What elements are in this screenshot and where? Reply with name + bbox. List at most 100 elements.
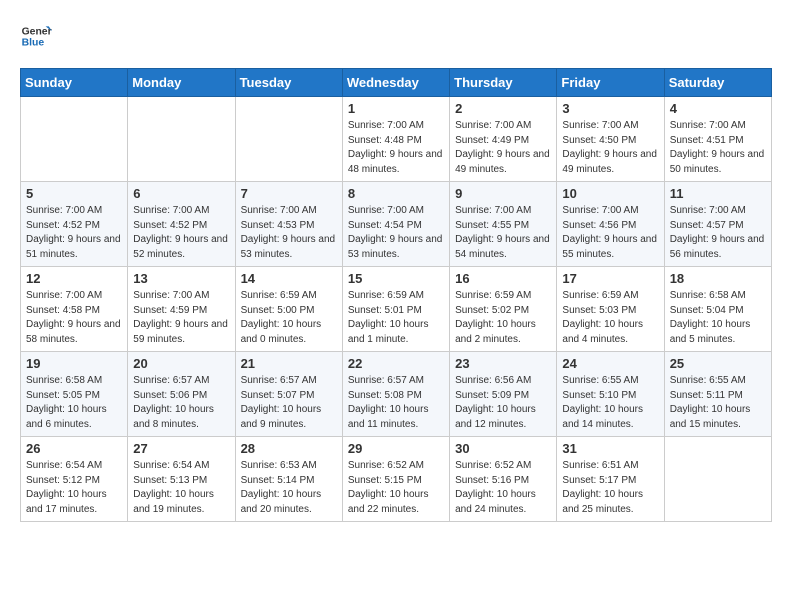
day-number: 16 bbox=[455, 271, 551, 286]
day-number: 7 bbox=[241, 186, 337, 201]
weekday-header: Monday bbox=[128, 69, 235, 97]
calendar-cell: 16 Sunrise: 6:59 AM Sunset: 5:02 PM Dayli… bbox=[450, 267, 557, 352]
calendar-cell: 13Sunrise: 7:00 AM Sunset: 4:59 PM Dayli… bbox=[128, 267, 235, 352]
calendar-cell bbox=[21, 97, 128, 182]
day-info: Sunrise: 6:59 AM Sunset: 5:03 PM Dayligh… bbox=[562, 289, 658, 347]
day-info: Sunrise: 6:54 AM Sunset: 5:13 PM Dayligh… bbox=[133, 459, 229, 517]
day-number: 26 bbox=[26, 441, 122, 456]
calendar-cell: 25 Sunrise: 6:55 AM Sunset: 5:11 PM Dayli… bbox=[664, 352, 771, 437]
day-info: Sunrise: 7:00 AM Sunset: 4:51 PM Dayligh… bbox=[670, 119, 766, 177]
day-info: Sunrise: 7:00 AM Sunset: 4:52 PM Dayligh… bbox=[26, 204, 122, 262]
day-number: 13 bbox=[133, 271, 229, 286]
day-number: 4 bbox=[670, 101, 766, 116]
day-number: 29 bbox=[348, 441, 444, 456]
calendar-cell bbox=[235, 97, 342, 182]
day-number: 22 bbox=[348, 356, 444, 371]
calendar-cell: 4 Sunrise: 7:00 AM Sunset: 4:51 PM Daylig… bbox=[664, 97, 771, 182]
calendar-cell: 1 Sunrise: 7:00 AM Sunset: 4:48 PM Daylig… bbox=[342, 97, 449, 182]
calendar-body: 1 Sunrise: 7:00 AM Sunset: 4:48 PM Daylig… bbox=[21, 97, 772, 522]
svg-text:General: General bbox=[22, 26, 52, 37]
logo-icon: General Blue bbox=[20, 20, 52, 52]
day-info: Sunrise: 7:00 AM Sunset: 4:49 PM Dayligh… bbox=[455, 119, 551, 177]
day-number: 19 bbox=[26, 356, 122, 371]
day-info: Sunrise: 6:55 AM Sunset: 5:11 PM Dayligh… bbox=[670, 374, 766, 432]
day-number: 30 bbox=[455, 441, 551, 456]
calendar-cell: 3Sunrise: 7:00 AM Sunset: 4:50 PM Daylig… bbox=[557, 97, 664, 182]
calendar-cell: 28Sunrise: 6:53 AM Sunset: 5:14 PM Dayli… bbox=[235, 437, 342, 522]
calendar-table: SundayMondayTuesdayWednesdayThursdayFrid… bbox=[20, 68, 772, 522]
day-number: 21 bbox=[241, 356, 337, 371]
day-number: 6 bbox=[133, 186, 229, 201]
calendar-cell: 29Sunrise: 6:52 AM Sunset: 5:15 PM Dayli… bbox=[342, 437, 449, 522]
calendar-week-row: 26 Sunrise: 6:54 AM Sunset: 5:12 PM Dayli… bbox=[21, 437, 772, 522]
calendar-cell: 2 Sunrise: 7:00 AM Sunset: 4:49 PM Daylig… bbox=[450, 97, 557, 182]
calendar-week-row: 12 Sunrise: 7:00 AM Sunset: 4:58 PM Dayli… bbox=[21, 267, 772, 352]
svg-text:Blue: Blue bbox=[22, 38, 45, 49]
calendar-cell: 18 Sunrise: 6:58 AM Sunset: 5:04 PM Dayli… bbox=[664, 267, 771, 352]
day-info: Sunrise: 7:00 AM Sunset: 4:53 PM Dayligh… bbox=[241, 204, 337, 262]
calendar-cell: 23 Sunrise: 6:56 AM Sunset: 5:09 PM Dayli… bbox=[450, 352, 557, 437]
calendar-cell: 11 Sunrise: 7:00 AM Sunset: 4:57 PM Dayli… bbox=[664, 182, 771, 267]
page-header: General Blue bbox=[20, 20, 772, 52]
day-info: Sunrise: 7:00 AM Sunset: 4:50 PM Dayligh… bbox=[562, 119, 658, 177]
day-info: Sunrise: 6:52 AM Sunset: 5:16 PM Dayligh… bbox=[455, 459, 551, 517]
day-number: 12 bbox=[26, 271, 122, 286]
calendar-cell: 10Sunrise: 7:00 AM Sunset: 4:56 PM Dayli… bbox=[557, 182, 664, 267]
day-info: Sunrise: 6:59 AM Sunset: 5:00 PM Dayligh… bbox=[241, 289, 337, 347]
weekday-header: Saturday bbox=[664, 69, 771, 97]
day-number: 17 bbox=[562, 271, 658, 286]
day-info: Sunrise: 6:59 AM Sunset: 5:02 PM Dayligh… bbox=[455, 289, 551, 347]
day-info: Sunrise: 6:57 AM Sunset: 5:08 PM Dayligh… bbox=[348, 374, 444, 432]
day-info: Sunrise: 7:00 AM Sunset: 4:58 PM Dayligh… bbox=[26, 289, 122, 347]
calendar-cell: 8Sunrise: 7:00 AM Sunset: 4:54 PM Daylig… bbox=[342, 182, 449, 267]
day-info: Sunrise: 6:54 AM Sunset: 5:12 PM Dayligh… bbox=[26, 459, 122, 517]
calendar-week-row: 5Sunrise: 7:00 AM Sunset: 4:52 PM Daylig… bbox=[21, 182, 772, 267]
calendar-cell: 15 Sunrise: 6:59 AM Sunset: 5:01 PM Dayli… bbox=[342, 267, 449, 352]
day-info: Sunrise: 7:00 AM Sunset: 4:57 PM Dayligh… bbox=[670, 204, 766, 262]
day-number: 10 bbox=[562, 186, 658, 201]
day-number: 24 bbox=[562, 356, 658, 371]
logo: General Blue bbox=[20, 20, 52, 52]
day-number: 8 bbox=[348, 186, 444, 201]
calendar-cell: 17 Sunrise: 6:59 AM Sunset: 5:03 PM Dayli… bbox=[557, 267, 664, 352]
calendar-cell: 24Sunrise: 6:55 AM Sunset: 5:10 PM Dayli… bbox=[557, 352, 664, 437]
calendar-week-row: 1 Sunrise: 7:00 AM Sunset: 4:48 PM Daylig… bbox=[21, 97, 772, 182]
weekday-header: Tuesday bbox=[235, 69, 342, 97]
day-number: 1 bbox=[348, 101, 444, 116]
calendar-cell: 7 Sunrise: 7:00 AM Sunset: 4:53 PM Daylig… bbox=[235, 182, 342, 267]
day-number: 28 bbox=[241, 441, 337, 456]
weekday-header-row: SundayMondayTuesdayWednesdayThursdayFrid… bbox=[21, 69, 772, 97]
calendar-cell: 6 Sunrise: 7:00 AM Sunset: 4:52 PM Daylig… bbox=[128, 182, 235, 267]
calendar-cell: 31 Sunrise: 6:51 AM Sunset: 5:17 PM Dayli… bbox=[557, 437, 664, 522]
calendar-cell: 30 Sunrise: 6:52 AM Sunset: 5:16 PM Dayli… bbox=[450, 437, 557, 522]
day-number: 20 bbox=[133, 356, 229, 371]
day-number: 25 bbox=[670, 356, 766, 371]
calendar-cell: 5Sunrise: 7:00 AM Sunset: 4:52 PM Daylig… bbox=[21, 182, 128, 267]
day-info: Sunrise: 6:57 AM Sunset: 5:07 PM Dayligh… bbox=[241, 374, 337, 432]
calendar-cell: 12 Sunrise: 7:00 AM Sunset: 4:58 PM Dayli… bbox=[21, 267, 128, 352]
calendar-cell bbox=[128, 97, 235, 182]
day-number: 9 bbox=[455, 186, 551, 201]
calendar-cell: 20Sunrise: 6:57 AM Sunset: 5:06 PM Dayli… bbox=[128, 352, 235, 437]
calendar-cell: 19Sunrise: 6:58 AM Sunset: 5:05 PM Dayli… bbox=[21, 352, 128, 437]
day-number: 18 bbox=[670, 271, 766, 286]
day-number: 14 bbox=[241, 271, 337, 286]
day-info: Sunrise: 6:51 AM Sunset: 5:17 PM Dayligh… bbox=[562, 459, 658, 517]
day-info: Sunrise: 7:00 AM Sunset: 4:48 PM Dayligh… bbox=[348, 119, 444, 177]
day-number: 27 bbox=[133, 441, 229, 456]
day-number: 31 bbox=[562, 441, 658, 456]
day-info: Sunrise: 7:00 AM Sunset: 4:55 PM Dayligh… bbox=[455, 204, 551, 262]
weekday-header: Sunday bbox=[21, 69, 128, 97]
weekday-header: Thursday bbox=[450, 69, 557, 97]
calendar-cell bbox=[664, 437, 771, 522]
day-number: 11 bbox=[670, 186, 766, 201]
day-number: 2 bbox=[455, 101, 551, 116]
day-number: 15 bbox=[348, 271, 444, 286]
day-info: Sunrise: 6:58 AM Sunset: 5:04 PM Dayligh… bbox=[670, 289, 766, 347]
day-info: Sunrise: 6:59 AM Sunset: 5:01 PM Dayligh… bbox=[348, 289, 444, 347]
day-info: Sunrise: 6:56 AM Sunset: 5:09 PM Dayligh… bbox=[455, 374, 551, 432]
calendar-cell: 27 Sunrise: 6:54 AM Sunset: 5:13 PM Dayli… bbox=[128, 437, 235, 522]
weekday-header: Friday bbox=[557, 69, 664, 97]
day-info: Sunrise: 7:00 AM Sunset: 4:52 PM Dayligh… bbox=[133, 204, 229, 262]
day-number: 23 bbox=[455, 356, 551, 371]
